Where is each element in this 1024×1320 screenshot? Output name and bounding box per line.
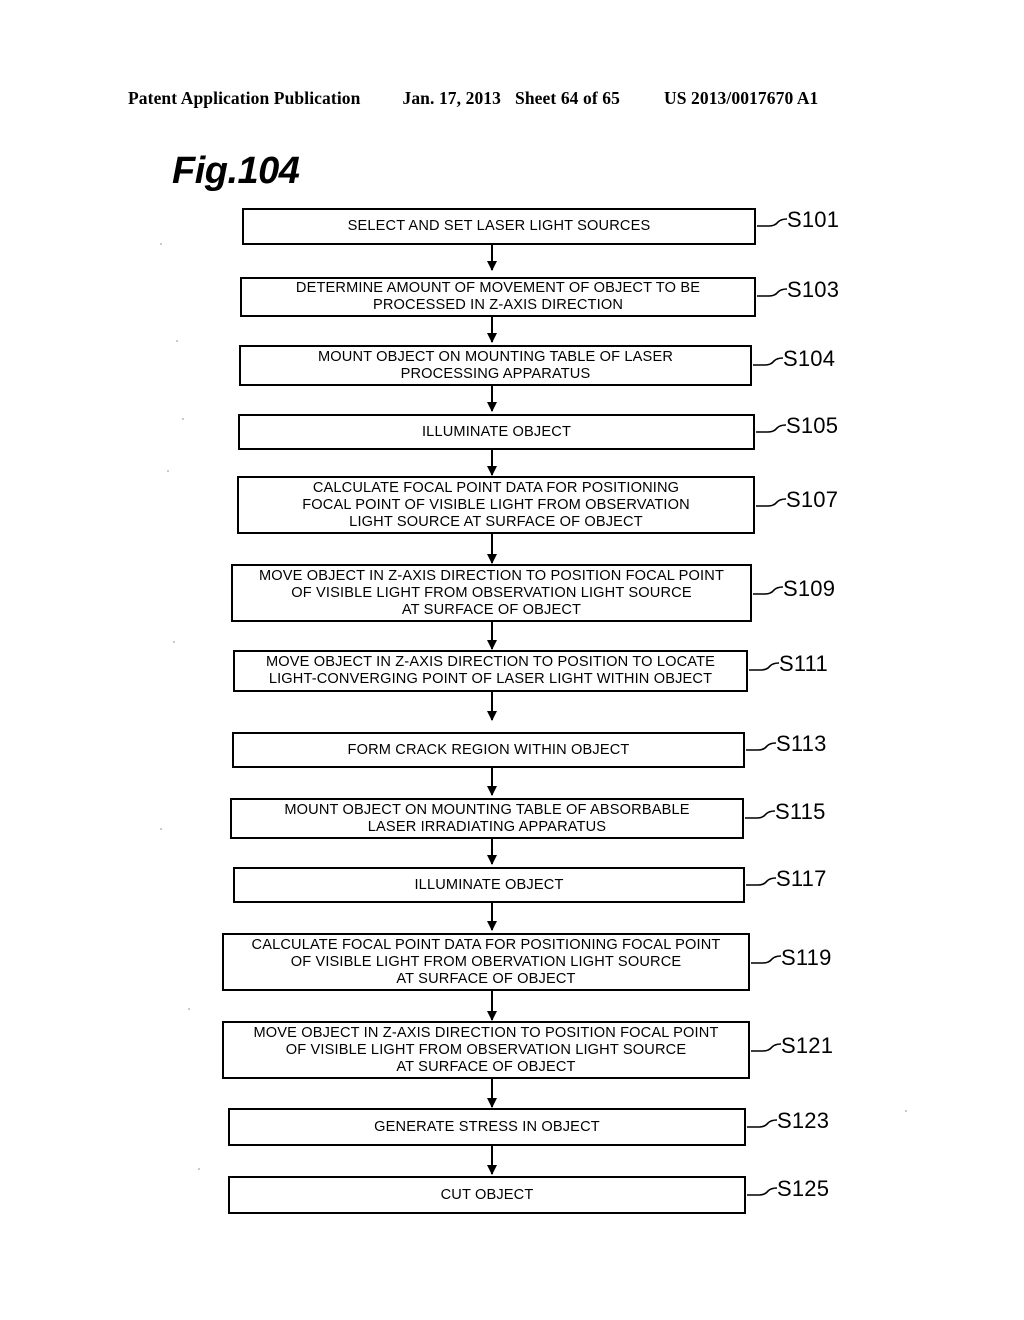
step-ref-s113: S113: [776, 731, 827, 756]
flow-node-label: CALCULATE FOCAL POINT DATA FOR POSITIONI…: [251, 936, 721, 987]
step-ref-s109: S109: [783, 576, 836, 601]
scan-speckle: [160, 828, 162, 830]
leader-line-s107: [756, 498, 787, 507]
flow-node-s125[interactable]: CUT OBJECT: [228, 1176, 746, 1214]
leader-line-s121: [751, 1043, 782, 1052]
flow-node-label: GENERATE STRESS IN OBJECT: [374, 1118, 600, 1135]
flow-node-label: MOVE OBJECT IN Z-AXIS DIRECTION TO POSIT…: [253, 1024, 719, 1075]
step-ref-s101: S101: [787, 207, 840, 232]
flow-node-s103[interactable]: DETERMINE AMOUNT OF MOVEMENT OF OBJECT T…: [240, 277, 756, 317]
flow-node-label: DETERMINE AMOUNT OF MOVEMENT OF OBJECT T…: [295, 280, 701, 313]
flow-node-s121[interactable]: MOVE OBJECT IN Z-AXIS DIRECTION TO POSIT…: [222, 1021, 750, 1079]
flow-node-label: MOUNT OBJECT ON MOUNTING TABLE OF ABSORB…: [284, 801, 690, 835]
flow-arrow-s109-s111: [487, 622, 497, 650]
flow-arrow-s115-s117: [487, 839, 497, 865]
flow-node-s105[interactable]: ILLUMINATE OBJECT: [238, 414, 755, 450]
leader-line-s104: [753, 357, 784, 366]
flow-node-s101[interactable]: SELECT AND SET LASER LIGHT SOURCES: [242, 208, 756, 245]
flow-node-label: SELECT AND SET LASER LIGHT SOURCES: [347, 218, 651, 234]
leader-line-s103: [757, 288, 788, 297]
step-ref-s125: S125: [777, 1176, 830, 1201]
flow-arrow-s101-s103: [487, 245, 497, 271]
step-ref-s123: S123: [777, 1108, 830, 1133]
flow-node-s123[interactable]: GENERATE STRESS IN OBJECT: [228, 1108, 746, 1146]
flow-node-label: CALCULATE FOCAL POINT DATA FOR POSITIONI…: [302, 479, 690, 530]
leader-line-s111: [749, 662, 780, 671]
flow-node-s109[interactable]: MOVE OBJECT IN Z-AXIS DIRECTION TO POSIT…: [231, 564, 752, 622]
step-ref-s105: S105: [786, 413, 839, 438]
flow-arrow-s111-s113: [487, 692, 497, 721]
step-ref-s115: S115: [775, 799, 826, 824]
scan-speckle: [905, 1110, 907, 1112]
flow-node-s111[interactable]: MOVE OBJECT IN Z-AXIS DIRECTION TO POSIT…: [233, 650, 748, 692]
flow-node-label: FORM CRACK REGION WITHIN OBJECT: [347, 741, 630, 758]
flow-arrow-s107-s109: [487, 534, 497, 564]
flow-node-s104[interactable]: MOUNT OBJECT ON MOUNTING TABLE OF LASER …: [239, 345, 752, 386]
step-ref-s107: S107: [786, 487, 839, 512]
flow-node-s107[interactable]: CALCULATE FOCAL POINT DATA FOR POSITIONI…: [237, 476, 755, 534]
leader-line-s117: [746, 877, 777, 886]
flow-arrow-s119-s121: [487, 991, 497, 1021]
step-ref-s104: S104: [783, 346, 836, 371]
scan-speckle: [160, 243, 162, 245]
flow-node-label: ILLUMINATE OBJECT: [421, 423, 572, 440]
flow-arrow-s104-s105: [487, 386, 497, 412]
scan-speckle: [176, 340, 178, 342]
flow-arrow-s113-s115: [487, 768, 497, 796]
flow-arrow-s105-s107: [487, 450, 497, 476]
flow-arrow-s123-s125: [487, 1146, 497, 1175]
step-ref-s121: S121: [781, 1033, 834, 1058]
scan-speckle: [173, 641, 175, 643]
leader-line-s115: [745, 810, 776, 819]
leader-line-s125: [747, 1187, 778, 1196]
flow-node-label: CUT OBJECT: [440, 1186, 534, 1203]
flow-arrow-s103-s104: [487, 317, 497, 343]
step-ref-s117: S117: [776, 866, 827, 891]
flow-node-label: MOVE OBJECT IN Z-AXIS DIRECTION TO POSIT…: [258, 567, 725, 618]
scan-speckle: [198, 1168, 200, 1170]
scan-speckle: [167, 470, 169, 472]
flow-node-s117[interactable]: ILLUMINATE OBJECT: [233, 867, 745, 903]
flowchart: SELECT AND SET LASER LIGHT SOURCES S101 …: [0, 0, 1024, 1320]
step-ref-s103: S103: [787, 277, 840, 302]
leader-line-s113: [746, 742, 777, 751]
flow-node-label: MOVE OBJECT IN Z-AXIS DIRECTION TO POSIT…: [265, 654, 716, 687]
scan-speckle: [188, 1008, 190, 1010]
scan-speckle: [182, 418, 184, 420]
step-ref-s119: S119: [781, 945, 832, 970]
leader-line-s123: [747, 1119, 778, 1128]
leader-line-s101: [757, 218, 788, 227]
leader-line-s105: [756, 424, 787, 433]
flow-node-s119[interactable]: CALCULATE FOCAL POINT DATA FOR POSITIONI…: [222, 933, 750, 991]
flow-node-s115[interactable]: MOUNT OBJECT ON MOUNTING TABLE OF ABSORB…: [230, 798, 744, 839]
flow-arrow-s117-s119: [487, 903, 497, 931]
leader-line-s109: [753, 586, 784, 595]
leader-line-s119: [751, 955, 782, 964]
step-ref-s111: S111: [779, 651, 828, 676]
flow-node-label: MOUNT OBJECT ON MOUNTING TABLE OF LASER …: [317, 348, 674, 382]
flow-arrow-s121-s123: [487, 1079, 497, 1108]
flow-node-label: ILLUMINATE OBJECT: [414, 876, 564, 893]
flow-node-s113[interactable]: FORM CRACK REGION WITHIN OBJECT: [232, 732, 745, 768]
